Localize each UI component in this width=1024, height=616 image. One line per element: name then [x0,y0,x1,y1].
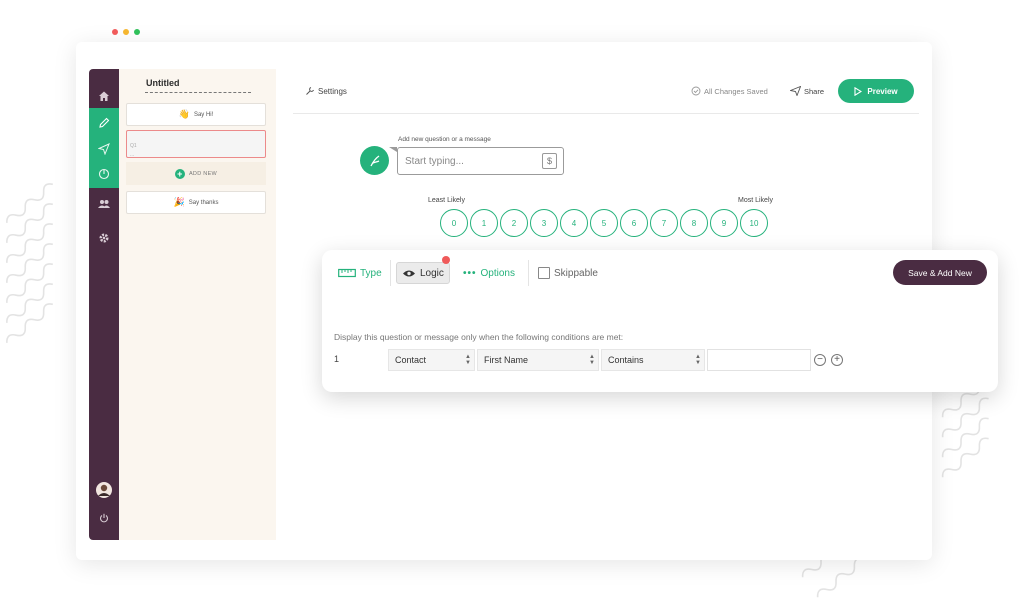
add-question-label: Add new question or a message [398,136,491,143]
select-arrows-icon: ▲ ▼ [465,354,471,366]
most-likely-label: Most Likely [738,197,774,204]
edit-pencil-icon[interactable] [89,110,119,136]
tab-logic-label: Logic [420,267,444,279]
document-title[interactable]: Untitled [146,78,180,88]
remove-condition-icon[interactable]: − [814,354,826,366]
preview-button[interactable]: Preview [838,79,914,103]
add-new-button[interactable]: + ADD NEW [126,162,266,185]
close-dot-icon[interactable] [112,29,118,35]
question-card-q1[interactable]: Q1 ... [126,130,266,158]
party-emoji-icon: 🎉 [173,197,185,207]
bot-avatar-icon [360,146,389,175]
checkbox-icon [538,267,550,279]
share-button[interactable]: Share [790,86,824,96]
select-arrows-icon: ▲ ▼ [589,354,595,366]
scale-option[interactable]: 8 [680,209,708,237]
save-status-label: All Changes Saved [704,86,768,96]
question-card-label: Say Hi! [193,111,214,118]
gear-icon[interactable] [89,225,119,251]
question-placeholder: Start typing... [405,156,464,167]
scale-option[interactable]: 6 [620,209,648,237]
settings-label: Settings [318,86,347,96]
question-card-say-thanks[interactable]: 🎉 Say thanks [126,191,266,214]
question-card-label: Say thanks [188,199,219,206]
tab-divider [390,260,391,286]
scale-option[interactable]: 7 [650,209,678,237]
top-bar: Settings All Changes Saved Share Preview [293,69,919,114]
tab-type-label: Type [360,267,382,279]
dots-icon: ••• [463,267,477,279]
select-value: Contains [608,355,644,365]
play-icon [854,86,863,96]
select-value: Contact [395,355,427,365]
question-card-say-hi[interactable]: 👋 Say Hi! [126,103,266,126]
scale-option[interactable]: 2 [500,209,528,237]
scale-option[interactable]: 4 [560,209,588,237]
scale-option[interactable]: 0 [440,209,468,237]
minimize-dot-icon[interactable] [123,29,129,35]
ruler-icon [338,268,356,278]
save-status: All Changes Saved [691,86,768,96]
condition-value-input[interactable] [707,349,811,371]
eye-icon [403,270,415,276]
skippable-label: Skippable [554,267,598,279]
wave-emoji-icon: 👋 [178,109,190,119]
condition-field-select[interactable]: Contact ▲ ▼ [388,349,475,371]
home-icon[interactable] [89,83,119,109]
preview-label: Preview [867,86,898,96]
send-icon [790,86,801,96]
speech-tail [389,147,397,152]
add-condition-icon[interactable]: + [831,354,843,366]
scale-option[interactable]: 9 [710,209,738,237]
logic-indicator-dot [442,256,450,264]
condition-row-number: 1 [334,354,340,364]
scale-option[interactable]: 5 [590,209,618,237]
logic-card: Type Logic ••• Options Skippable Save & … [322,250,998,392]
tab-options[interactable]: ••• Options [463,262,515,284]
tab-options-label: Options [480,267,515,279]
scale-option[interactable]: 1 [470,209,498,237]
avatar[interactable] [89,477,119,503]
select-arrows-icon: ▲ ▼ [695,354,701,366]
least-likely-label: Least Likely [428,197,465,204]
stage: Untitled 👋 Say Hi! Q1 ... + ADD NEW 🎉 Sa… [0,0,1024,616]
currency-icon[interactable]: $ [542,153,557,169]
skippable-checkbox[interactable]: Skippable [538,262,598,284]
question-list-panel: Untitled 👋 Say Hi! Q1 ... + ADD NEW 🎉 Sa… [119,69,276,540]
plus-icon: + [174,168,185,179]
save-add-new-button[interactable]: Save & Add New [893,260,987,285]
condition-attribute-select[interactable]: First Name ▲ ▼ [477,349,599,371]
tab-type[interactable]: Type [338,262,382,284]
users-icon[interactable] [89,191,119,217]
settings-button[interactable]: Settings [305,86,347,96]
send-icon[interactable] [89,136,119,162]
nav-rail [89,69,119,540]
question-text-input[interactable]: Start typing... $ [397,147,564,175]
select-value: First Name [484,355,529,365]
nps-scale: 0 1 2 3 4 5 6 7 8 9 10 [440,209,768,237]
window-controls [112,29,140,35]
maximize-dot-icon[interactable] [134,29,140,35]
power-icon[interactable] [89,505,119,531]
condition-description: Display this question or message only wh… [334,332,624,342]
wrench-icon [306,87,314,95]
condition-operator-select[interactable]: Contains ▲ ▼ [601,349,705,371]
scale-option[interactable]: 10 [740,209,768,237]
add-new-label: ADD NEW [188,170,218,177]
chart-pie-icon[interactable] [89,161,119,187]
title-underline [145,92,251,93]
tab-divider [528,260,529,286]
tab-logic[interactable]: Logic [396,262,450,284]
share-label: Share [804,86,825,96]
check-circle-icon [691,86,701,96]
scale-option[interactable]: 3 [530,209,558,237]
